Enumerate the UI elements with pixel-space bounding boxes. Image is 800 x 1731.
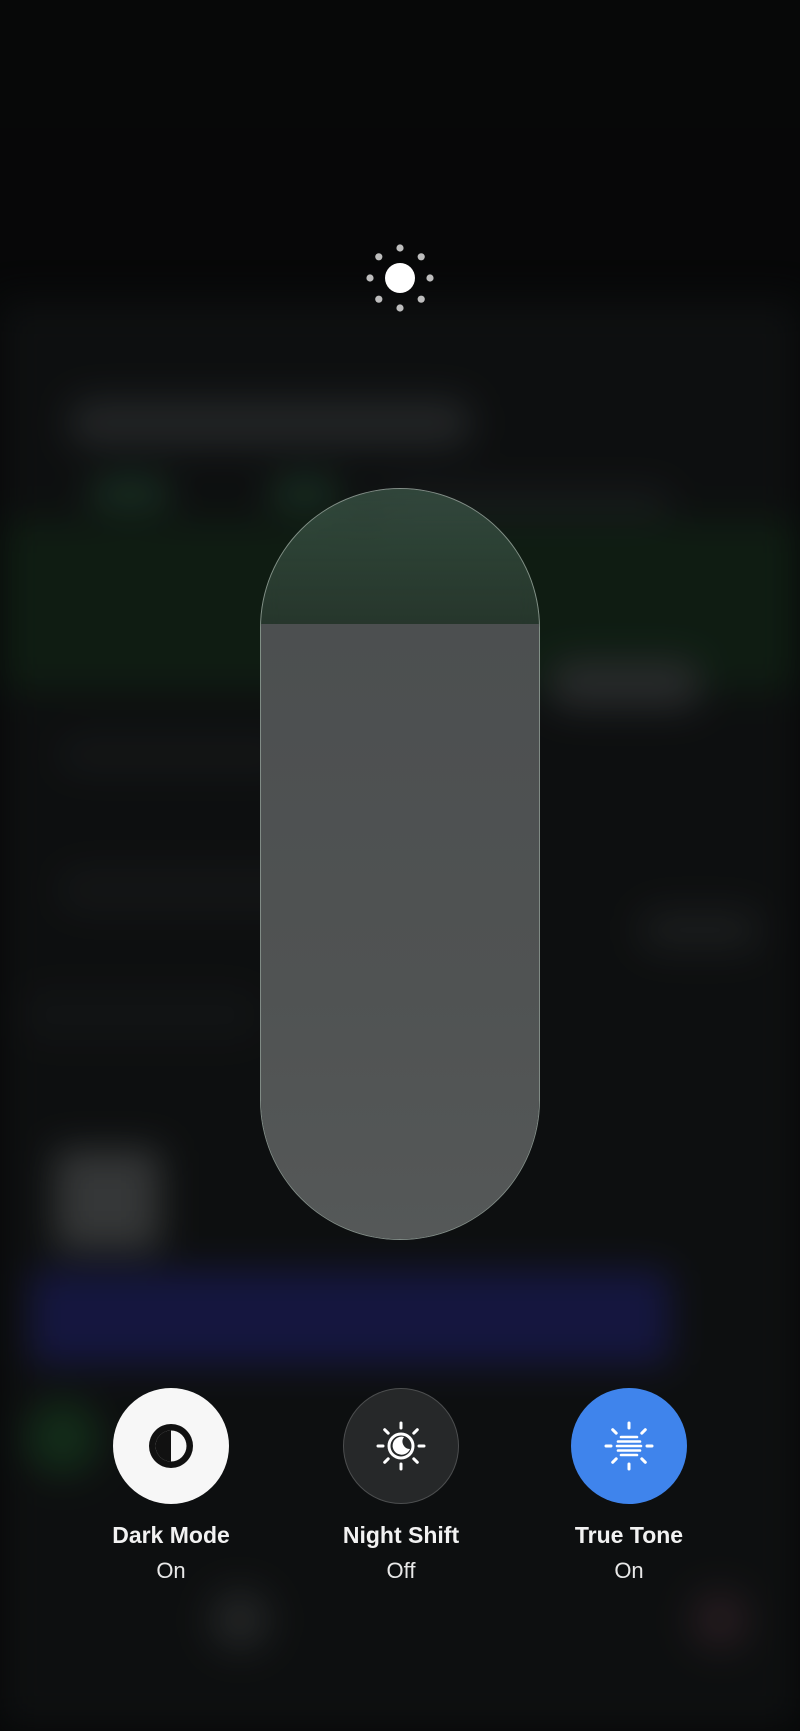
night-shift-state: Off: [386, 1558, 416, 1583]
dark-mode-icon: [149, 1424, 193, 1468]
brightness-level-fill: [261, 624, 539, 1239]
dark-mode-control: Dark Mode On: [76, 1388, 266, 1584]
true-tone-state: On: [614, 1558, 644, 1583]
dark-mode-button[interactable]: [113, 1388, 229, 1504]
night-shift-icon: [376, 1421, 426, 1471]
dark-mode-state: On: [156, 1558, 186, 1583]
brightness-slider[interactable]: [260, 488, 540, 1240]
night-shift-control: Night Shift Off: [306, 1388, 496, 1584]
night-shift-button[interactable]: [343, 1388, 459, 1504]
true-tone-button[interactable]: [571, 1388, 687, 1504]
control-center-brightness-screen: Dark Mode On Night Shift Off True Tone O…: [0, 0, 800, 1731]
true-tone-control: True Tone On: [534, 1388, 724, 1584]
true-tone-icon: [604, 1421, 654, 1471]
true-tone-label: True Tone: [574, 1522, 684, 1548]
night-shift-label: Night Shift: [342, 1522, 460, 1548]
sun-icon: [366, 244, 434, 312]
dark-mode-label: Dark Mode: [112, 1522, 230, 1548]
